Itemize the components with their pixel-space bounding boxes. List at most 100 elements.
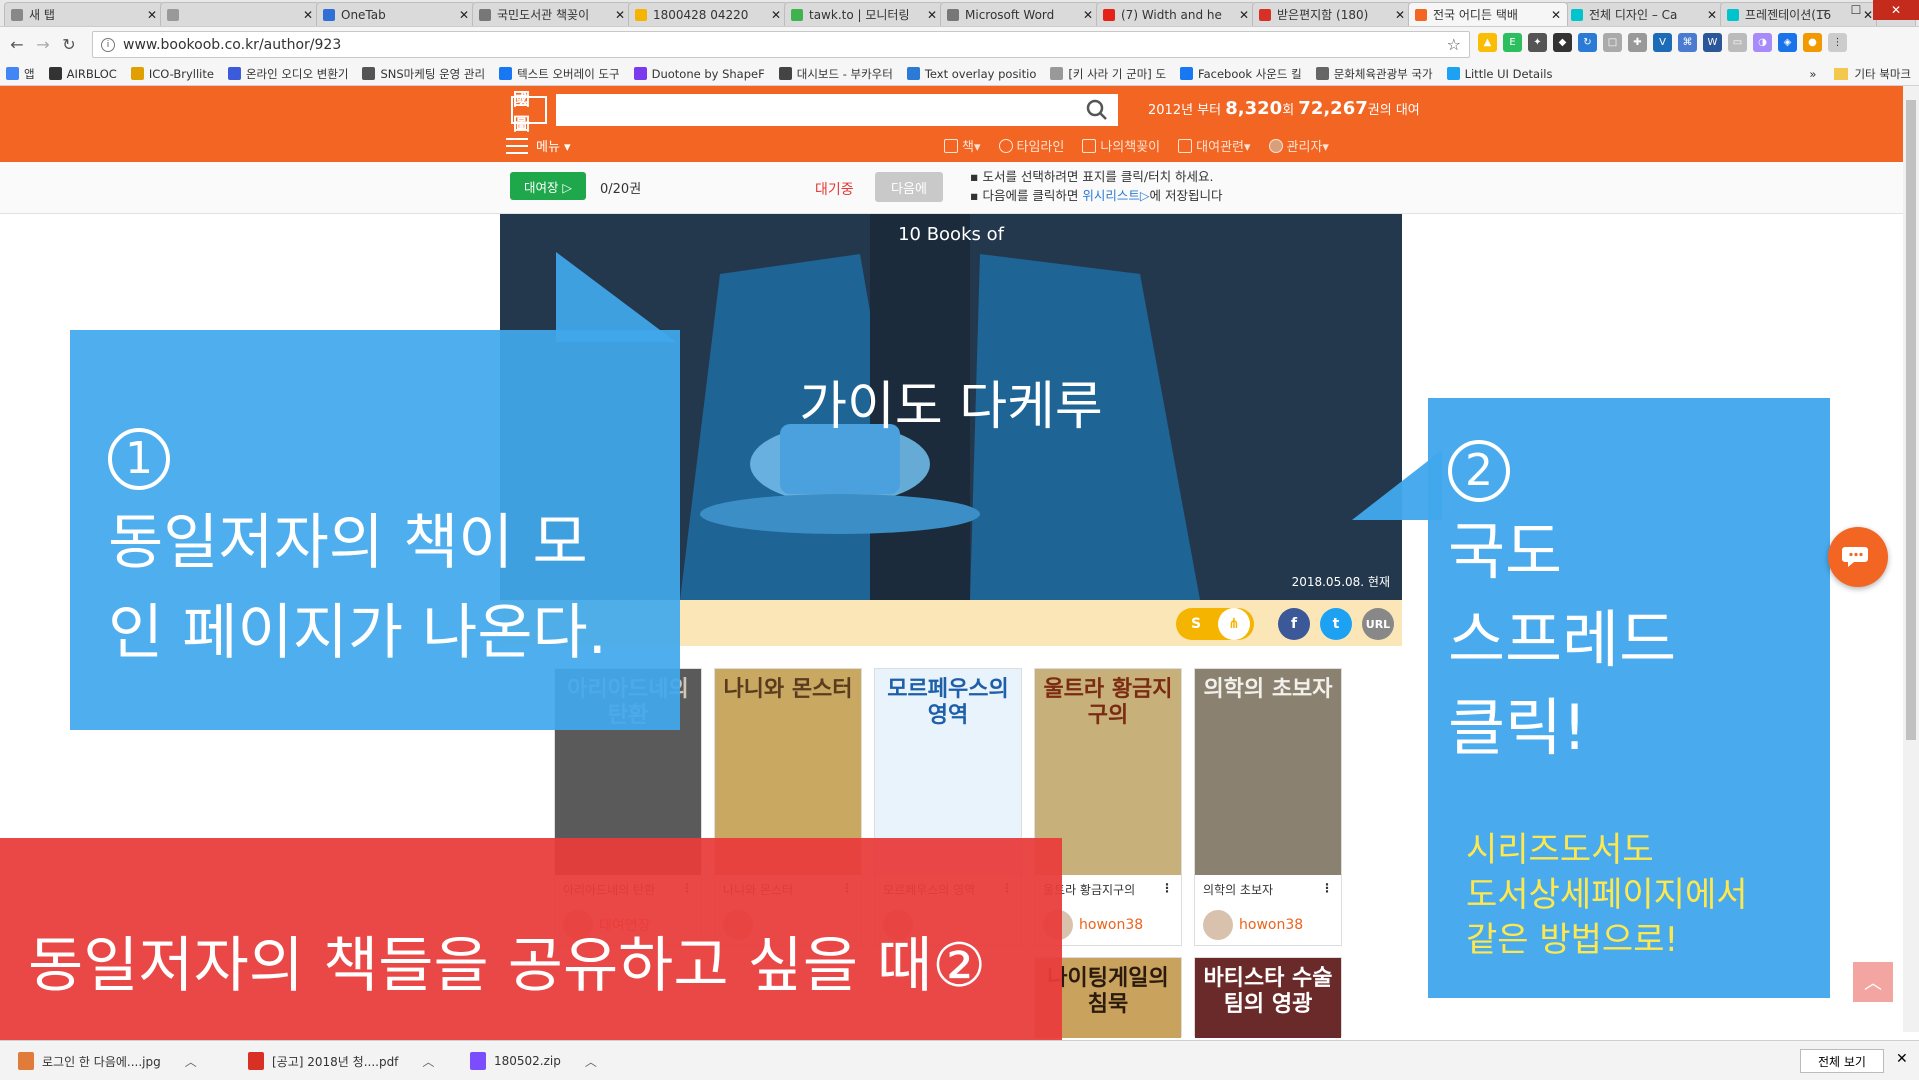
menu-extension-icon[interactable]: ⋮ (1828, 33, 1847, 52)
book-owner[interactable]: howon38 (1043, 910, 1173, 940)
more-options-icon[interactable]: ⋮ (1161, 881, 1173, 895)
browser-tab[interactable]: 받은편지함 (180) ✕ (1252, 2, 1412, 26)
back-button[interactable]: ← (4, 32, 30, 58)
browser-tab[interactable]: ✕ (160, 2, 320, 26)
rental-stats: 2012년 부터 8,320회 72,267권의 대여 (1148, 98, 1420, 119)
nav-admin[interactable]: 관리자▾ (1268, 136, 1329, 155)
bookmark-item[interactable]: 문화체육관광부 국가 (1315, 66, 1433, 82)
rent-list-button[interactable]: 대여장 ▷ (510, 172, 586, 200)
minimize-button[interactable]: — (1805, 0, 1839, 20)
chevron-up-icon[interactable]: ︿ (185, 1053, 197, 1070)
book-cover[interactable]: 의학의 초보자 (1195, 669, 1341, 875)
nav-rental[interactable]: 대여관련▾ (1178, 136, 1251, 155)
nav-timeline[interactable]: 타임라인 (998, 136, 1064, 155)
browser-tab[interactable]: tawk.to | 모니터링 ✕ (784, 2, 944, 26)
plug-extension-icon[interactable]: ✦ (1528, 33, 1547, 52)
vue-extension-icon[interactable]: V (1653, 33, 1672, 52)
orange-extension-icon[interactable]: ● (1803, 33, 1822, 52)
tab-close-icon[interactable]: ✕ (1395, 8, 1405, 22)
bookmark-item[interactable]: Little UI Details (1446, 67, 1552, 81)
tab-favicon-icon (1415, 8, 1427, 21)
other-bookmarks[interactable]: 기타 북마크 (1854, 66, 1911, 82)
browser-tab[interactable]: 국민도서관 책꽂이 ✕ (472, 2, 632, 26)
tab-close-icon[interactable]: ✕ (927, 8, 937, 22)
browser-tab[interactable]: 1800428 04220 ✕ (628, 2, 788, 26)
color-extension-icon[interactable]: ◑ (1753, 33, 1772, 52)
more-options-icon[interactable]: ⋮ (1321, 881, 1333, 895)
tab-close-icon[interactable]: ✕ (615, 8, 625, 22)
grey-extension-icon[interactable]: □ (1603, 33, 1622, 52)
waiting-label[interactable]: 대기중 (815, 179, 854, 199)
puzzle-extension-icon[interactable]: ✚ (1628, 33, 1647, 52)
browser-tab[interactable]: OneTab ✕ (316, 2, 476, 26)
tab-close-icon[interactable]: ✕ (1707, 8, 1717, 22)
later-button[interactable]: 다음에 (875, 172, 943, 202)
chevron-up-icon[interactable]: ︿ (422, 1053, 434, 1070)
drive-extension-icon[interactable]: ▲ (1478, 33, 1497, 52)
browser-tab[interactable]: (7) Width and he ✕ (1096, 2, 1256, 26)
bookmark-item[interactable]: 온라인 오디오 변환기 (227, 66, 348, 82)
tab-close-icon[interactable]: ✕ (147, 8, 157, 22)
bookmark-item[interactable]: SNS마케팅 운영 관리 (362, 66, 485, 82)
bookmark-item[interactable]: Duotone by ShapeF (633, 67, 765, 81)
tab-close-icon[interactable]: ✕ (771, 8, 781, 22)
book-card-row2[interactable]: 바티스타 수술팀의 영광 (1194, 957, 1342, 1038)
close-shelf-icon[interactable]: ✕ (1896, 1051, 1908, 1067)
chevron-up-icon[interactable]: ︿ (585, 1053, 597, 1070)
book-owner[interactable]: howon38 (1203, 910, 1333, 940)
code-extension-icon[interactable]: ⌘ (1678, 33, 1697, 52)
url-input[interactable]: i www.bookoob.co.kr/author/923 ☆ (92, 31, 1470, 58)
elephant-extension-icon[interactable]: ◆ (1553, 33, 1572, 52)
book-title[interactable]: 의학의 초보자 (1203, 881, 1333, 898)
tab-close-icon[interactable]: ✕ (459, 8, 469, 22)
tab-close-icon[interactable]: ✕ (1551, 8, 1561, 22)
shield-extension-icon[interactable]: ◈ (1778, 33, 1797, 52)
download-item[interactable]: 180502.zip ︿ (470, 1049, 597, 1073)
book-card[interactable]: 의학의 초보자 의학의 초보자 ⋮ howon38 (1194, 668, 1342, 946)
facebook-share-button[interactable]: f (1278, 608, 1310, 640)
browser-tab[interactable]: 전체 디자인 – Ca ✕ (1564, 2, 1724, 26)
word-extension-icon[interactable]: W (1703, 33, 1722, 52)
info-icon[interactable]: i (101, 37, 115, 52)
bookmark-item[interactable]: Text overlay positio (906, 67, 1036, 81)
tab-close-icon[interactable]: ✕ (303, 8, 313, 22)
show-all-downloads-button[interactable]: 전체 보기 (1800, 1049, 1884, 1073)
forward-button[interactable]: → (30, 32, 56, 58)
search-icon[interactable] (1086, 99, 1108, 121)
chat-button[interactable] (1828, 527, 1888, 587)
sync-extension-icon[interactable]: ↻ (1578, 33, 1597, 52)
scrollbar-thumb[interactable] (1906, 100, 1916, 740)
browser-tab[interactable]: Microsoft Word ✕ (940, 2, 1100, 26)
reload-button[interactable]: ↻ (56, 32, 82, 58)
bookmark-item[interactable]: 대시보드 - 부카우터 (778, 66, 893, 82)
download-item[interactable]: 로그인 한 다음에....jpg ︿ (18, 1049, 197, 1073)
tab-close-icon[interactable]: ✕ (1239, 8, 1249, 22)
nav-bookshelf[interactable]: 나의책꽂이 (1082, 136, 1160, 155)
tab-close-icon[interactable]: ✕ (1083, 8, 1093, 22)
window-close-button[interactable]: ✕ (1873, 0, 1919, 20)
menu-button[interactable]: 메뉴 ▾ (506, 136, 571, 155)
site-search-input[interactable] (556, 94, 1118, 126)
bookmark-item[interactable]: Facebook 사운드 킬 (1180, 66, 1302, 82)
download-item[interactable]: [공고] 2018년 청....pdf ︿ (248, 1049, 434, 1073)
browser-tab[interactable]: 새 탭 ✕ (4, 2, 164, 26)
bookmark-item[interactable]: 앱 (6, 66, 35, 82)
nav-books[interactable]: 책▾ (944, 136, 981, 155)
screen-extension-icon[interactable]: ▭ (1728, 33, 1747, 52)
browser-tab[interactable]: 전국 어디든 택배 ✕ (1408, 2, 1568, 26)
bookmarks-more-button[interactable]: » (1809, 67, 1816, 81)
bookmark-star-icon[interactable]: ☆ (1447, 35, 1461, 54)
maximize-button[interactable]: ☐ (1839, 0, 1873, 20)
evernote-extension-icon[interactable]: E (1503, 33, 1522, 52)
bookmark-item[interactable]: [키 사라 기 군마] 도 (1050, 66, 1166, 82)
scroll-to-top-button[interactable]: ︿ (1853, 962, 1893, 1002)
wishlist-link[interactable]: 위시리스트▷ (1082, 188, 1149, 203)
bookmark-item[interactable]: 텍스트 오버레이 도구 (499, 66, 620, 82)
share-icon[interactable]: ⋔ (1218, 608, 1250, 640)
book-title[interactable]: 울트라 황금지구의 (1043, 881, 1173, 898)
bookmark-item[interactable]: ICO-Bryllite (130, 67, 214, 81)
url-share-button[interactable]: URL (1362, 608, 1394, 640)
bookmark-item[interactable]: AIRBLOC (48, 67, 117, 81)
twitter-share-button[interactable]: t (1320, 608, 1352, 640)
site-logo[interactable]: 國圖 (511, 90, 547, 135)
